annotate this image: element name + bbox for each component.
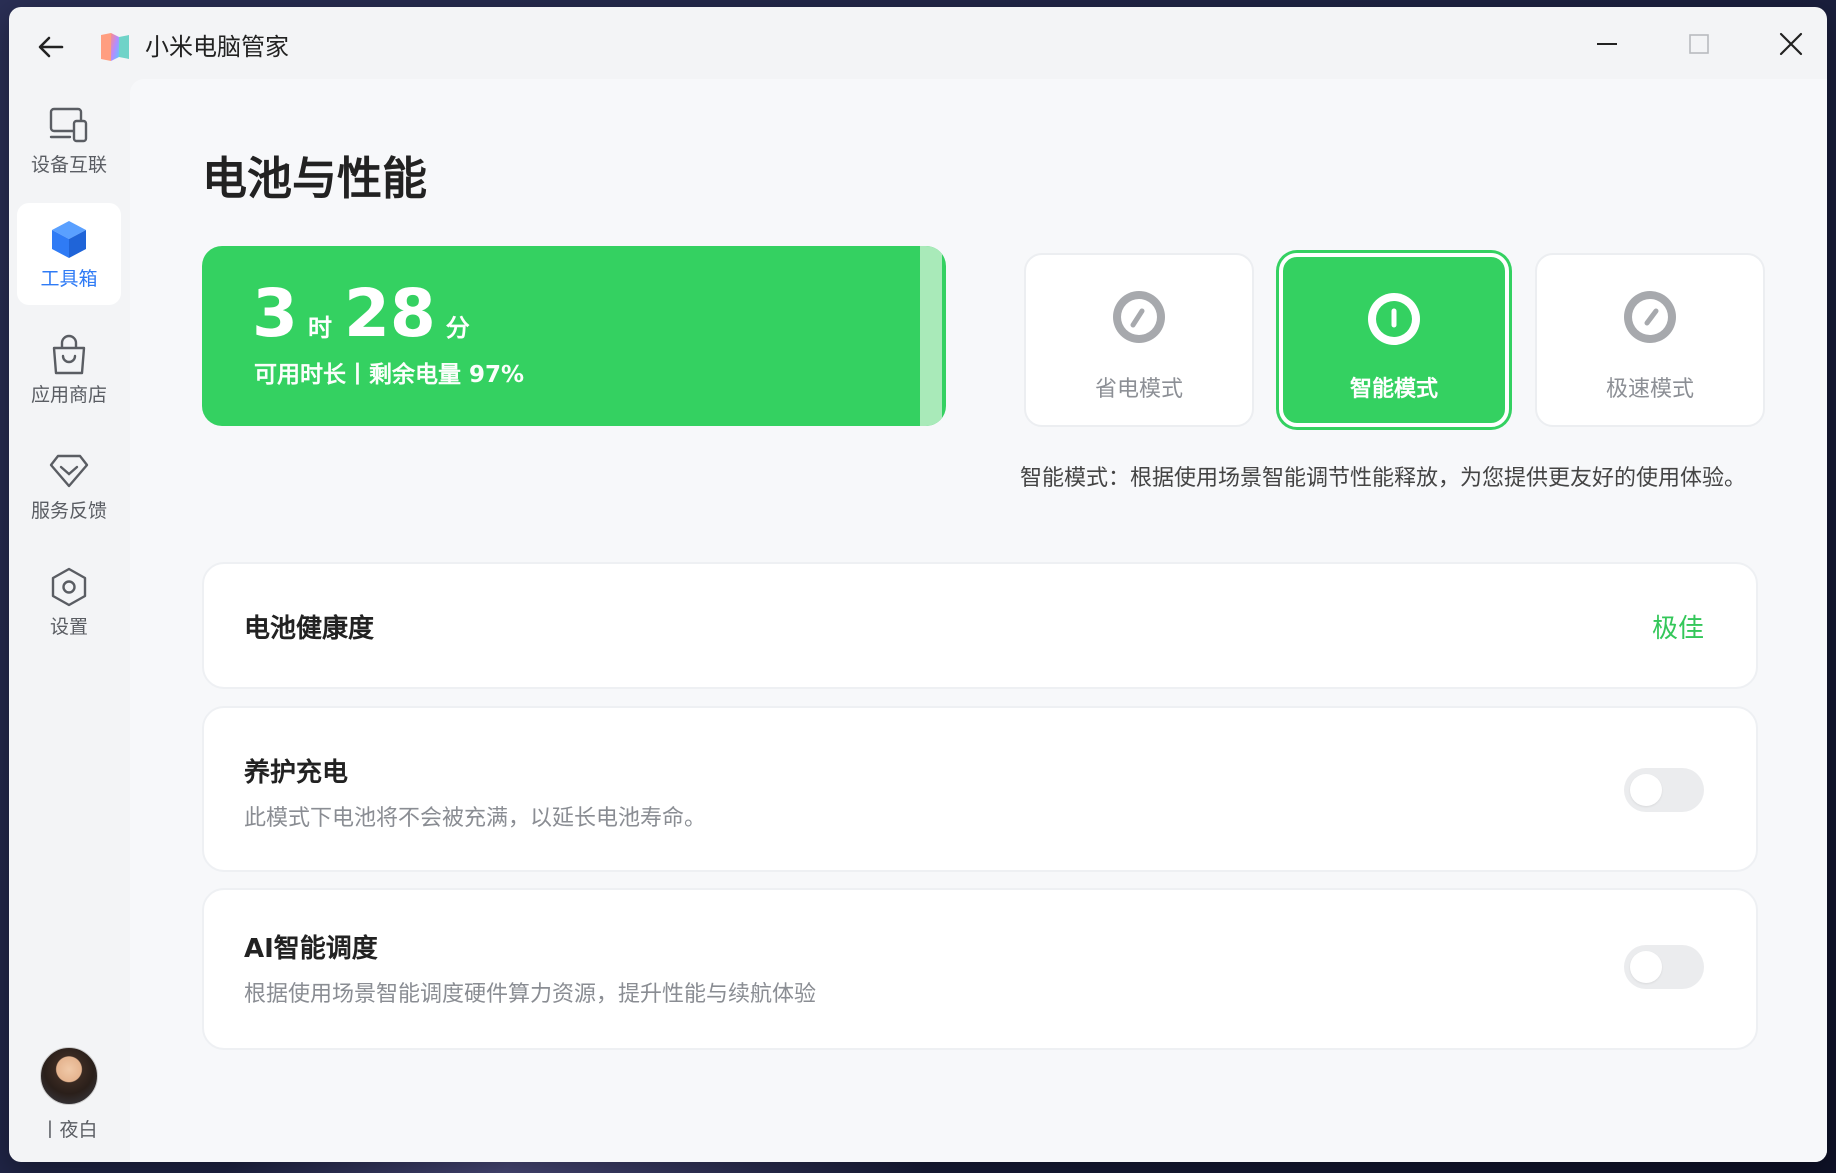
battery-hours: 3 [252, 275, 298, 352]
battery-minutes: 28 [343, 275, 436, 352]
sidebar: 设备互联 工具箱 应用商店 服务反馈 设置 丨夜白 [9, 79, 130, 1162]
sidebar-item-feedback[interactable]: 服务反馈 [17, 435, 121, 537]
mode-smart[interactable]: 智能模式 [1279, 253, 1509, 427]
avatar [40, 1047, 98, 1105]
page-title: 电池与性能 [202, 152, 428, 205]
care-charging-desc: 此模式下电池将不会被充满，以延长电池寿命。 [244, 806, 707, 831]
battery-status-card: 3 时 28 分 可用时长丨剩余电量 97% [202, 246, 946, 426]
close-icon [1779, 32, 1803, 56]
sidebar-item-devices[interactable]: 设备互联 [17, 89, 121, 191]
toggle-knob [1630, 951, 1662, 983]
ai-scheduling-desc: 根据使用场景智能调度硬件算力资源，提升性能与续航体验 [244, 982, 817, 1007]
mode-power-saving[interactable]: 省电模式 [1024, 253, 1254, 427]
battery-subtitle: 可用时长丨剩余电量 97% [254, 362, 525, 388]
arrow-left-icon [38, 36, 64, 58]
settings-hexagon-icon [47, 565, 91, 609]
sidebar-item-label: 设备互联 [30, 154, 107, 176]
ai-scheduling-row: AI智能调度 根据使用场景智能调度硬件算力资源，提升性能与续航体验 [202, 888, 1758, 1050]
maximize-icon [1689, 34, 1709, 54]
battery-health-value: 极佳 [1651, 614, 1704, 644]
user-profile[interactable]: 丨夜白 [17, 1047, 121, 1147]
main-content: 电池与性能 3 时 28 分 可用时长丨剩余电量 97% 省电模式 智能模式 极… [130, 79, 1827, 1162]
toolbox-cube-icon [47, 217, 91, 261]
sidebar-item-settings[interactable]: 设置 [17, 551, 121, 653]
care-charging-toggle[interactable] [1624, 768, 1704, 812]
sidebar-item-label: 服务反馈 [30, 500, 107, 522]
diamond-icon [47, 449, 91, 493]
battery-level-indicator [920, 246, 942, 426]
sidebar-item-toolbox[interactable]: 工具箱 [17, 203, 121, 305]
battery-health-title: 电池健康度 [244, 614, 375, 644]
speedometer-high-icon [1624, 291, 1676, 343]
maximize-button[interactable] [1675, 23, 1723, 65]
battery-hours-unit: 时 [307, 314, 332, 342]
back-button[interactable] [31, 27, 71, 67]
sidebar-item-label: 工具箱 [40, 268, 98, 290]
toggle-knob [1630, 774, 1662, 806]
minimize-icon [1597, 43, 1617, 45]
speedometer-low-icon [1113, 291, 1165, 343]
sidebar-item-label: 应用商店 [30, 384, 107, 406]
app-window: 小米电脑管家 设备互联 工具箱 应用商店 服务反馈 设置 丨夜白 电池与性能 3… [9, 7, 1827, 1162]
ai-scheduling-title: AI智能调度 [244, 934, 378, 964]
battery-remaining-time: 3 时 28 分 [252, 276, 482, 352]
app-logo-icon [101, 33, 129, 61]
mode-performance[interactable]: 极速模式 [1535, 253, 1765, 427]
ai-scheduling-toggle[interactable] [1624, 945, 1704, 989]
close-button[interactable] [1767, 23, 1815, 65]
mode-label: 省电模式 [1094, 377, 1183, 402]
care-charging-title: 养护充电 [244, 758, 349, 788]
shopping-bag-icon [47, 333, 91, 377]
sidebar-item-app-store[interactable]: 应用商店 [17, 319, 121, 421]
care-charging-row: 养护充电 此模式下电池将不会被充满，以延长电池寿命。 [202, 706, 1758, 872]
devices-icon [47, 103, 91, 147]
battery-minutes-unit: 分 [445, 314, 470, 342]
battery-health-row: 电池健康度 极佳 [202, 562, 1758, 689]
mode-label: 极速模式 [1605, 377, 1694, 402]
sidebar-item-label: 设置 [49, 616, 88, 638]
user-name: 丨夜白 [40, 1119, 98, 1141]
mode-description: 智能模式：根据使用场景智能调节性能释放，为您提供更友好的使用体验。 [1020, 466, 1747, 491]
speedometer-mid-icon [1368, 293, 1420, 345]
minimize-button[interactable] [1583, 23, 1631, 65]
app-title: 小米电脑管家 [145, 33, 289, 61]
title-bar: 小米电脑管家 [9, 7, 1827, 79]
mode-label: 智能模式 [1349, 377, 1438, 402]
